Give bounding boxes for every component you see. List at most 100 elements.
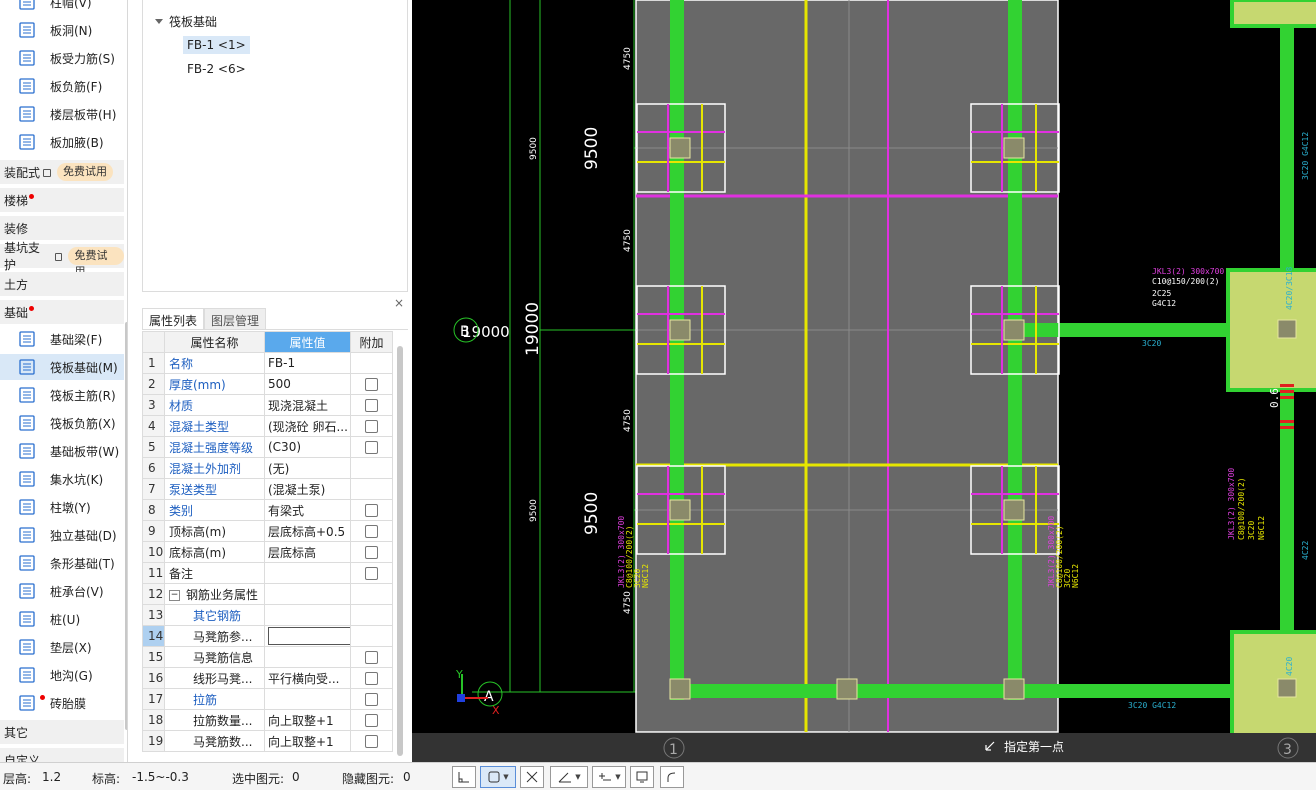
property-row[interactable]: 13 其它钢筋 [142, 604, 393, 626]
nav-category-2[interactable]: 装修 [0, 216, 124, 240]
nav-category-4[interactable]: 土方 [0, 272, 124, 296]
nav-foundation-item-0[interactable]: 基础梁(F) [0, 326, 124, 352]
property-row[interactable]: 3 材质 现浇混凝土 [142, 394, 393, 416]
nav-foundation-item-8[interactable]: 条形基础(T) [0, 550, 124, 576]
property-value[interactable]: 现浇混凝土 [264, 394, 351, 416]
property-value[interactable] [264, 646, 351, 668]
property-row[interactable]: 2 厚度(mm) 500 [142, 373, 393, 395]
property-row[interactable]: 16 线形马凳... 平行横向受... [142, 667, 393, 689]
tree-root[interactable]: 筏板基础 [155, 13, 217, 30]
attach-checkbox[interactable] [365, 525, 378, 538]
property-value[interactable] [264, 562, 351, 584]
nav-scrollbar[interactable] [125, 322, 127, 730]
nav-foundation-item-7[interactable]: 独立基础(D) [0, 522, 124, 548]
angle-button[interactable]: ▼ [550, 766, 588, 788]
raft-slab[interactable] [635, 0, 1059, 733]
nav-category-0[interactable]: 装配式 免费试用 [0, 160, 124, 184]
property-value[interactable]: 层底标高 [264, 541, 351, 563]
property-row[interactable]: 1 名称 FB-1 [142, 352, 393, 374]
nav-foundation-item-9[interactable]: 桩承台(V) [0, 578, 124, 604]
offset-button[interactable]: ▼ [592, 766, 626, 788]
nav-category-3[interactable]: 基坑支护免费试用 [0, 241, 124, 278]
nav-item-3[interactable]: 板负筋(F) [0, 73, 124, 99]
property-row[interactable]: 10 底标高(m) 层底标高 [142, 541, 393, 563]
property-row[interactable]: 17 拉筋 [142, 688, 393, 710]
collapse-icon[interactable]: − [169, 589, 180, 601]
property-value[interactable] [264, 604, 351, 626]
nav-foundation-item-12[interactable]: 地沟(G) [0, 662, 124, 688]
attach-checkbox[interactable] [365, 399, 378, 412]
nav-foundation-item-4[interactable]: 基础板带(W) [0, 438, 124, 464]
property-value-editor[interactable] [264, 625, 351, 647]
nav-foundation-item-6[interactable]: 柱墩(Y) [0, 494, 124, 520]
property-row[interactable]: 6 混凝土外加剂 (无) [142, 457, 393, 479]
attach-checkbox[interactable] [365, 672, 378, 685]
property-row[interactable]: 4 混凝土类型 (现浇砼 卵石... [142, 415, 393, 437]
nav-foundation-item-3[interactable]: 筏板负筋(X) [0, 410, 124, 436]
property-value[interactable]: (混凝土泵) [264, 478, 351, 500]
property-value[interactable]: 有梁式 [264, 499, 351, 521]
property-row[interactable]: 5 混凝土强度等级 (C30) [142, 436, 393, 458]
property-value[interactable]: FB-1 [264, 352, 351, 374]
property-value[interactable]: 平行横向受... [264, 667, 351, 689]
property-row[interactable]: 12− 钢筋业务属性 [142, 583, 393, 605]
display-button[interactable] [630, 766, 654, 788]
nav-item-1[interactable]: 板洞(N) [0, 17, 124, 43]
property-row[interactable]: 7 泵送类型 (混凝土泵) [142, 478, 393, 500]
property-value[interactable]: 层底标高+0.5 [264, 520, 351, 542]
nav-foundation-item-11[interactable]: 垫层(X) [0, 634, 124, 660]
property-value[interactable]: 500 [264, 373, 351, 395]
attach-checkbox[interactable] [365, 714, 378, 727]
property-value[interactable] [264, 688, 351, 710]
property-value[interactable]: 向上取整+1 [264, 730, 351, 752]
property-row[interactable]: 15 马凳筋信息 [142, 646, 393, 668]
nav-item-5[interactable]: 板加腋(B) [0, 129, 124, 155]
attach-checkbox[interactable] [365, 441, 378, 454]
tree-item-fb-2[interactable]: FB-2 <6> [183, 60, 250, 78]
tab-layer-management[interactable]: 图层管理 [204, 308, 267, 329]
attach-checkbox[interactable] [365, 546, 378, 559]
property-value[interactable]: (现浇砼 卵石... [264, 415, 351, 437]
property-value[interactable]: (C30) [264, 436, 351, 458]
attach-checkbox[interactable] [365, 420, 378, 433]
free-trial-badge[interactable]: 免费试用 [68, 247, 124, 278]
property-row[interactable]: 18 拉筋数量... 向上取整+1 [142, 709, 393, 731]
nav-item-0[interactable]: 柱帽(V) [0, 0, 124, 15]
nav-foundation-item-5[interactable]: 集水坑(K) [0, 466, 124, 492]
attach-checkbox[interactable] [365, 735, 378, 748]
snap-button[interactable]: ▼ [480, 766, 516, 788]
nav-foundation-item-2[interactable]: 筏板主筋(R) [0, 382, 124, 408]
tree-item-fb-1[interactable]: FB-1 <1> [183, 36, 250, 54]
nav-foundation-item-1[interactable]: 筏板基础(M) [0, 354, 124, 380]
property-row[interactable]: 8 类别 有梁式 [142, 499, 393, 521]
nav-foundation-item-13[interactable]: 砖胎膜 [0, 690, 124, 716]
tab-property-list[interactable]: 属性列表 [142, 308, 205, 329]
nav-item-4[interactable]: 楼层板带(H) [0, 101, 124, 127]
property-row[interactable]: 9 顶标高(m) 层底标高+0.5 [142, 520, 393, 542]
attach-checkbox[interactable] [365, 378, 378, 391]
property-value[interactable]: 向上取整+1 [264, 709, 351, 731]
free-trial-badge[interactable]: 免费试用 [57, 163, 114, 181]
attach-checkbox[interactable] [365, 504, 378, 517]
expand-arrow-icon[interactable] [155, 19, 163, 24]
drawing-canvas[interactable]: 4750 4750 4750 4750 9500 9500 9500 9500 … [412, 0, 1316, 762]
value-input[interactable] [268, 627, 350, 645]
nav-category-1[interactable]: 楼梯 [0, 188, 124, 212]
nav-foundation-item-10[interactable]: 桩(U) [0, 606, 124, 632]
property-row[interactable]: 14 马凳筋参... [142, 625, 393, 647]
cross-button[interactable] [520, 766, 544, 788]
arc-button[interactable] [660, 766, 684, 788]
property-value[interactable]: (无) [264, 457, 351, 479]
ortho-button[interactable] [452, 766, 476, 788]
nav-category-bottom-1[interactable]: 自定义 [0, 748, 124, 762]
attach-checkbox[interactable] [365, 651, 378, 664]
property-value[interactable] [264, 583, 351, 605]
nav-item-2[interactable]: 板受力筋(S) [0, 45, 124, 71]
nav-category-bottom-0[interactable]: 其它 [0, 720, 124, 744]
attach-checkbox[interactable] [365, 567, 378, 580]
property-row[interactable]: 19 马凳筋数... 向上取整+1 [142, 730, 393, 752]
properties-scrollbar[interactable] [397, 346, 403, 756]
property-row[interactable]: 11 备注 [142, 562, 393, 584]
attach-checkbox[interactable] [365, 693, 378, 706]
nav-category-5[interactable]: 基础 [0, 300, 124, 324]
